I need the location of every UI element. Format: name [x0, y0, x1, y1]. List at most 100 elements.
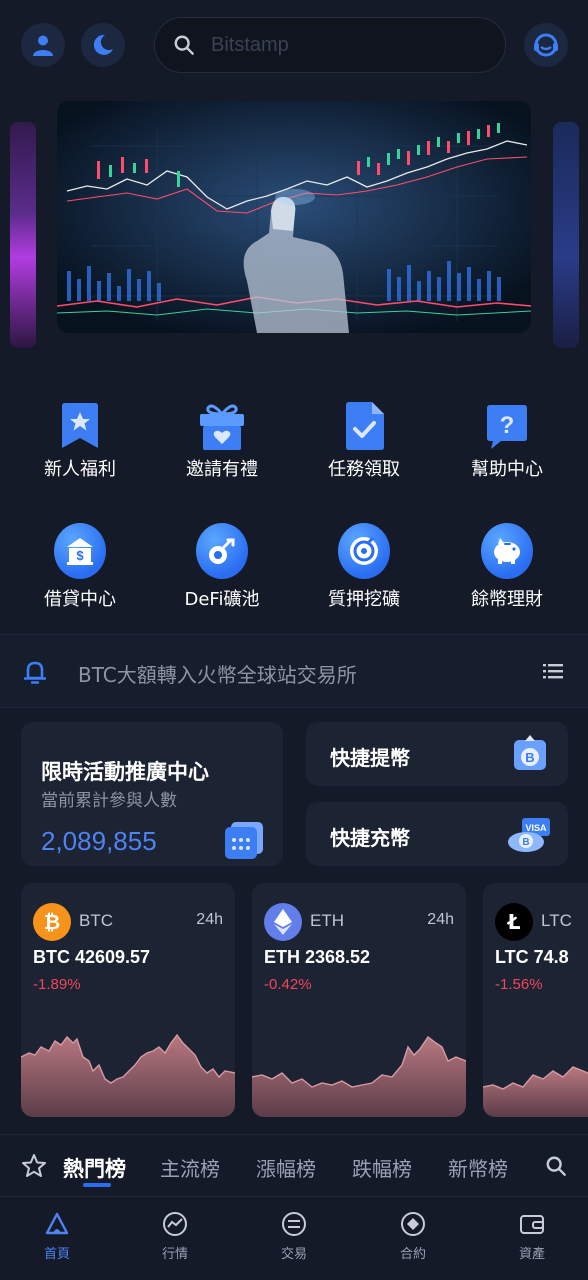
svg-text:$: $ — [76, 548, 84, 563]
grid-label: 質押挖礦 — [328, 589, 400, 610]
contract-icon — [401, 1212, 425, 1236]
coin-price: LTC 74.8 — [495, 947, 569, 967]
support-icon — [534, 33, 558, 57]
search-bar[interactable] — [154, 17, 506, 73]
market-card-btc[interactable]: ₿ BTC 24h BTC 42609.57 -1.89% — [21, 883, 235, 1117]
promotion-title: 限時活動推廣中心 — [41, 760, 209, 784]
nav-contract[interactable]: 合約 — [373, 1211, 453, 1262]
svg-text:B: B — [525, 750, 534, 765]
coin-symbol: LTC — [541, 911, 572, 930]
customer-support-button[interactable] — [524, 23, 568, 67]
grid-defi-pool[interactable]: DeFi礦池 — [157, 523, 287, 615]
grid-label: 餘幣理財 — [471, 589, 543, 610]
grid-label: 任務領取 — [328, 459, 400, 480]
coin-price: ETH 2368.52 — [264, 947, 371, 967]
nav-market[interactable]: 行情 — [135, 1211, 215, 1262]
market-icon — [163, 1212, 187, 1236]
nav-assets[interactable]: 資產 — [492, 1211, 572, 1262]
bitcoin-icon: ₿ — [33, 903, 71, 941]
coin-symbol: BTC — [79, 911, 113, 930]
bottom-navigation: 首頁 行情 交易 合約 資產 — [0, 1196, 588, 1280]
svg-text:VISA: VISA — [525, 823, 547, 833]
sparkline-chart — [483, 1066, 588, 1117]
deposit-card-icon: VISA B — [508, 818, 550, 852]
coin-change: -1.56% — [495, 976, 543, 993]
grid-invite-rewards[interactable]: 邀請有禮 — [157, 400, 287, 490]
header — [0, 0, 588, 92]
grid-task-claim[interactable]: 任務領取 — [299, 400, 429, 490]
help-chat-icon: ? — [487, 405, 527, 449]
participant-count: 2,089,855 — [41, 826, 157, 856]
announcement-text[interactable]: BTC大額轉入火幣全球站交易所 — [78, 659, 357, 688]
bell-icon — [24, 661, 46, 684]
market-card-eth[interactable]: ETH 24h ETH 2368.52 -0.42% — [252, 883, 466, 1117]
mining-icon — [196, 523, 248, 579]
user-icon — [33, 35, 53, 56]
nav-trade[interactable]: 交易 — [254, 1211, 334, 1262]
moon-icon — [93, 34, 113, 55]
nav-label: 交易 — [280, 1247, 307, 1262]
grid-label: DeFi礦池 — [184, 589, 260, 610]
search-icon[interactable] — [545, 1155, 567, 1177]
coin-symbol: ETH — [310, 911, 344, 930]
search-icon — [174, 35, 194, 55]
coin-period: 24h — [196, 911, 223, 928]
profile-button[interactable] — [21, 23, 65, 67]
grid-help-center[interactable]: ? 幫助中心 — [442, 400, 572, 490]
home-icon — [45, 1212, 69, 1235]
banner-prev-slide[interactable] — [10, 122, 36, 348]
bookmark-star-icon — [62, 403, 98, 448]
coin-period: 24h — [427, 911, 454, 928]
tab-hot[interactable]: 熱門榜 — [63, 1153, 126, 1183]
promotion-subtitle: 當前累計參與人數 — [41, 791, 177, 811]
wallet-icon — [520, 1215, 544, 1234]
nav-label: 行情 — [161, 1247, 188, 1262]
grid-label: 借貸中心 — [44, 589, 116, 610]
tab-losers[interactable]: 跌幅榜 — [352, 1153, 412, 1182]
announcement-bar[interactable]: BTC大額轉入火幣全球站交易所 — [0, 634, 588, 708]
promo-banner[interactable] — [57, 101, 531, 333]
bank-dollar-icon: $ — [54, 523, 106, 579]
quick-withdraw-label: 快捷提幣 — [330, 746, 410, 770]
grid-balance-finance[interactable]: 餘幣理財 — [442, 523, 572, 615]
sparkline-chart — [252, 1035, 466, 1117]
trading-hand-image — [57, 101, 531, 333]
nav-label: 首頁 — [43, 1247, 70, 1262]
svg-text:B: B — [522, 837, 529, 848]
sparkline-chart — [21, 1033, 235, 1117]
nav-home[interactable]: 首頁 — [17, 1211, 97, 1262]
quick-deposit-label: 快捷充幣 — [330, 826, 410, 850]
theme-toggle-button[interactable] — [81, 23, 125, 67]
svg-text:?: ? — [500, 412, 515, 439]
grid-label: 邀請有禮 — [186, 459, 258, 480]
grid-label: 幫助中心 — [471, 459, 543, 480]
piggy-bank-icon — [481, 523, 533, 579]
banner-next-slide[interactable] — [553, 122, 579, 348]
tab-new-coins[interactable]: 新幣榜 — [448, 1153, 508, 1182]
gift-icon — [200, 404, 244, 450]
coin-change: -1.89% — [33, 976, 81, 993]
nav-label: 資產 — [518, 1247, 545, 1262]
nav-label: 合約 — [399, 1247, 426, 1262]
ranking-tabs: 熱門榜 主流榜 漲幅榜 跌幅榜 新幣榜 — [0, 1134, 588, 1196]
tab-gainers[interactable]: 漲幅榜 — [256, 1153, 316, 1182]
coin-price: BTC 42609.57 — [33, 947, 151, 967]
list-icon[interactable] — [543, 663, 563, 679]
staking-icon — [338, 523, 390, 579]
grid-label: 新人福利 — [44, 459, 116, 480]
search-input[interactable] — [211, 28, 491, 62]
grid-staking-mining[interactable]: 質押挖礦 — [299, 523, 429, 615]
withdraw-coin-icon: B — [514, 735, 546, 770]
promotion-center-card[interactable]: 限時活動推廣中心 當前累計參與人數 2,089,855 — [21, 722, 283, 866]
trade-icon — [282, 1212, 306, 1236]
market-card-ltc[interactable]: Ł LTC LTC 74.8 -1.56% — [483, 883, 588, 1117]
ethereum-icon — [264, 903, 302, 941]
tab-mainstream[interactable]: 主流榜 — [160, 1153, 220, 1182]
grid-newcomer-benefits[interactable]: 新人福利 — [15, 400, 145, 490]
quick-withdraw-card[interactable]: 快捷提幣 B — [306, 722, 568, 786]
grid-lending-center[interactable]: $ 借貸中心 — [15, 523, 145, 615]
quick-deposit-card[interactable]: 快捷充幣 VISA B — [306, 802, 568, 866]
calculator-icon — [225, 822, 263, 859]
task-document-icon — [346, 402, 384, 450]
star-icon[interactable] — [21, 1153, 47, 1179]
